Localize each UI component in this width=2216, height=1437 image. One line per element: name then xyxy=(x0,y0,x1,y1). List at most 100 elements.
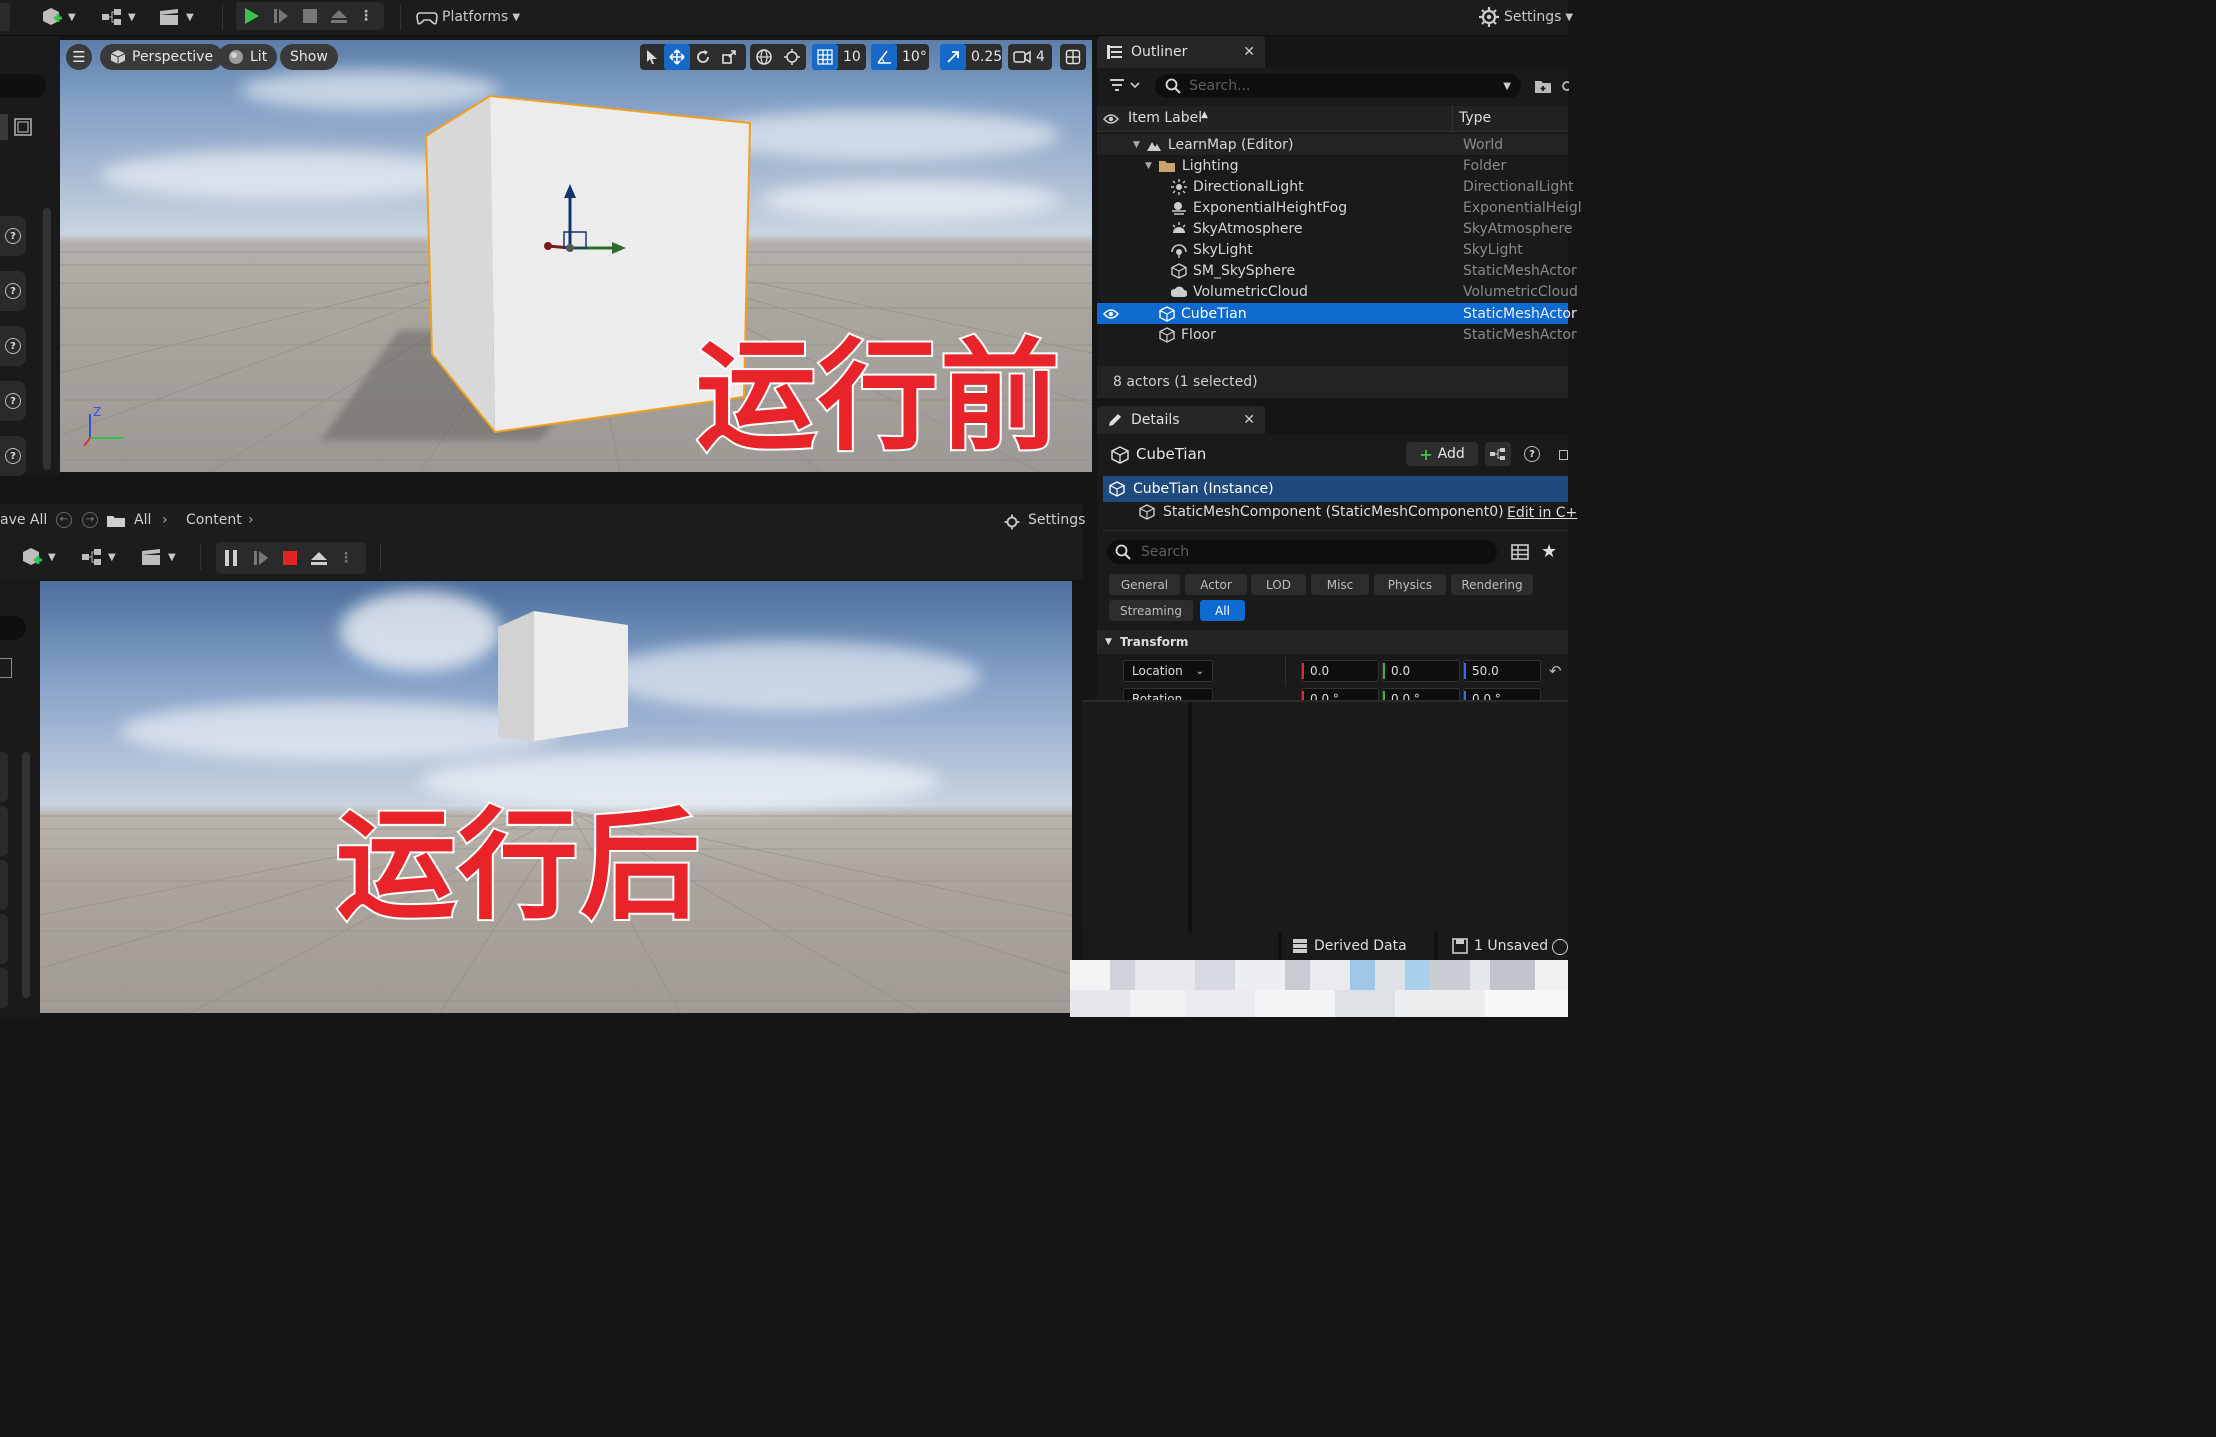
location-dropdown[interactable]: Location ⌄ xyxy=(1123,660,1213,682)
help-button[interactable]: ? xyxy=(0,271,26,311)
rotation-dropdown[interactable]: Rotation xyxy=(1123,688,1213,700)
tree-row[interactable]: SkyLight SkyLight xyxy=(1097,239,1568,260)
advance-frame-button[interactable] xyxy=(246,545,276,571)
tree-row[interactable]: SM_SkySphere StaticMeshActor xyxy=(1097,260,1577,281)
collapsed-button[interactable] xyxy=(0,806,8,856)
tree-row[interactable]: SkyAtmosphere SkyAtmosphere xyxy=(1097,218,1573,239)
add-content-button[interactable]: ▼ xyxy=(20,544,56,570)
add-folder-icon[interactable] xyxy=(1534,78,1552,94)
column-item-label[interactable]: Item Label xyxy=(1128,110,1202,126)
help-button[interactable]: ? xyxy=(0,381,26,421)
tab-outliner[interactable]: Outliner ✕ xyxy=(1097,36,1265,68)
actor-name[interactable]: CubeTian xyxy=(1136,445,1206,463)
platforms-button[interactable]: Platforms ▼ xyxy=(416,4,520,30)
unsaved-button[interactable]: 1 Unsaved xyxy=(1452,938,1548,954)
edit-in-cpp-link[interactable]: Edit in C+ xyxy=(1507,505,1577,521)
add-component-button[interactable]: + Add xyxy=(1406,442,1478,466)
location-z-field[interactable]: 50.0 xyxy=(1463,660,1541,682)
advance-frame-button[interactable] xyxy=(266,3,296,29)
filter-all[interactable]: All xyxy=(1200,600,1245,621)
derived-data-button[interactable]: Derived Data xyxy=(1292,938,1407,954)
settings-button[interactable]: Settings ▼ xyxy=(1478,4,1573,30)
translate-tool-button[interactable] xyxy=(664,44,690,70)
rotation-z-field[interactable]: 0.0 ° xyxy=(1463,688,1541,700)
rotation-snap-control[interactable]: 10° xyxy=(871,44,929,70)
eject-button[interactable] xyxy=(304,545,334,571)
forward-arrow-icon[interactable]: → xyxy=(82,512,98,528)
details-search[interactable]: Search xyxy=(1107,540,1497,564)
help-button[interactable]: ? xyxy=(0,216,26,256)
rotation-snap-toggle[interactable] xyxy=(871,44,897,70)
save-all-button[interactable]: ave All xyxy=(0,512,47,528)
path-all-link[interactable]: All xyxy=(134,512,151,528)
stop-button[interactable] xyxy=(296,3,324,29)
filter-lod[interactable]: LOD xyxy=(1251,574,1306,595)
viewport-menu-button[interactable]: ☰ xyxy=(66,44,92,70)
scale-snap-value[interactable]: 0.25 xyxy=(966,44,1007,70)
expand-arrow-icon[interactable]: ▼ xyxy=(1133,140,1140,150)
world-space-button[interactable] xyxy=(750,44,778,70)
layout-toggle-button[interactable] xyxy=(12,116,34,138)
blueprints-button[interactable]: ▼ xyxy=(80,544,116,570)
collapsed-search-field[interactable] xyxy=(0,616,26,640)
play-in-editor-viewport[interactable]: 运行后 xyxy=(40,581,1072,1013)
rotation-y-field[interactable]: 0.0 ° xyxy=(1382,688,1460,700)
scrollbar[interactable] xyxy=(22,752,30,998)
transform-gizmo[interactable] xyxy=(540,180,630,260)
filter-actor[interactable]: Actor xyxy=(1185,574,1247,595)
blueprints-button[interactable]: ▼ xyxy=(100,4,136,30)
tree-row[interactable]: ExponentialHeightFog ExponentialHeigl xyxy=(1097,197,1582,218)
help-button[interactable]: ? xyxy=(0,436,26,476)
component-row[interactable]: StaticMeshComponent (StaticMeshComponent… xyxy=(1139,504,1504,520)
star-icon[interactable]: ★ xyxy=(1541,541,1557,562)
surface-snap-button[interactable] xyxy=(778,44,806,70)
play-button[interactable] xyxy=(236,3,266,29)
scale-snap-toggle[interactable] xyxy=(940,44,966,70)
tree-row[interactable]: Floor StaticMeshActor xyxy=(1097,324,1577,345)
reset-arrow-icon[interactable]: ↶ xyxy=(1549,662,1562,680)
filter-streaming[interactable]: Streaming xyxy=(1109,600,1193,621)
camera-speed-control[interactable]: 4 xyxy=(1008,44,1052,70)
close-icon[interactable]: ✕ xyxy=(1243,412,1255,428)
expand-arrow-icon[interactable]: ▼ xyxy=(1145,161,1152,171)
scrollbar[interactable] xyxy=(43,208,51,470)
more-options-button[interactable]: ⋮ xyxy=(334,545,358,571)
filter-general[interactable]: General xyxy=(1109,574,1180,595)
filter-button[interactable] xyxy=(1109,78,1143,96)
pause-button[interactable] xyxy=(216,545,246,571)
grid-snap-value[interactable]: 10 xyxy=(838,44,866,70)
component-instance-row[interactable]: CubeTian (Instance) xyxy=(1103,476,1568,502)
location-x-field[interactable]: 0.0 xyxy=(1301,660,1379,682)
scale-tool-button[interactable] xyxy=(716,44,742,70)
collapsed-button[interactable] xyxy=(0,914,8,964)
add-content-button[interactable]: ▼ xyxy=(40,4,76,30)
more-options-button[interactable]: ⋮ xyxy=(354,3,378,29)
table-view-icon[interactable] xyxy=(1511,544,1529,560)
filter-rendering[interactable]: Rendering xyxy=(1451,574,1533,595)
rotate-tool-button[interactable] xyxy=(690,44,716,70)
eye-icon[interactable] xyxy=(1103,308,1119,320)
camera-speed-toggle[interactable] xyxy=(1008,44,1036,70)
collapsed-search-field[interactable] xyxy=(0,74,46,98)
cinematics-button[interactable]: ▼ xyxy=(158,4,194,30)
filter-misc[interactable]: Misc xyxy=(1311,574,1369,595)
view-mode-button[interactable]: Lit xyxy=(218,44,278,70)
blueprint-button[interactable] xyxy=(1485,442,1511,466)
help-button[interactable]: ? xyxy=(0,326,26,366)
grid-snap-control[interactable]: 10 xyxy=(812,44,866,70)
select-tool-button[interactable] xyxy=(640,44,664,70)
viewport-layout-button[interactable] xyxy=(1060,44,1086,70)
scale-snap-control[interactable]: 0.25 xyxy=(940,44,1002,70)
source-control-icon[interactable] xyxy=(1552,939,1568,955)
stop-button[interactable] xyxy=(276,545,304,571)
collapsed-button[interactable] xyxy=(0,968,8,1008)
eye-icon[interactable] xyxy=(1103,113,1119,125)
splitter[interactable] xyxy=(1188,702,1192,932)
content-settings-button[interactable]: Settings xyxy=(1028,512,1085,528)
tree-row-world[interactable]: ▼ LearnMap (Editor) World xyxy=(1097,134,1568,155)
tab-details[interactable]: Details ✕ xyxy=(1097,406,1265,434)
overflow-icon[interactable] xyxy=(1559,450,1568,460)
location-y-field[interactable]: 0.0 xyxy=(1382,660,1460,682)
help-icon[interactable]: ? xyxy=(1524,446,1540,462)
rotation-snap-value[interactable]: 10° xyxy=(897,44,932,70)
